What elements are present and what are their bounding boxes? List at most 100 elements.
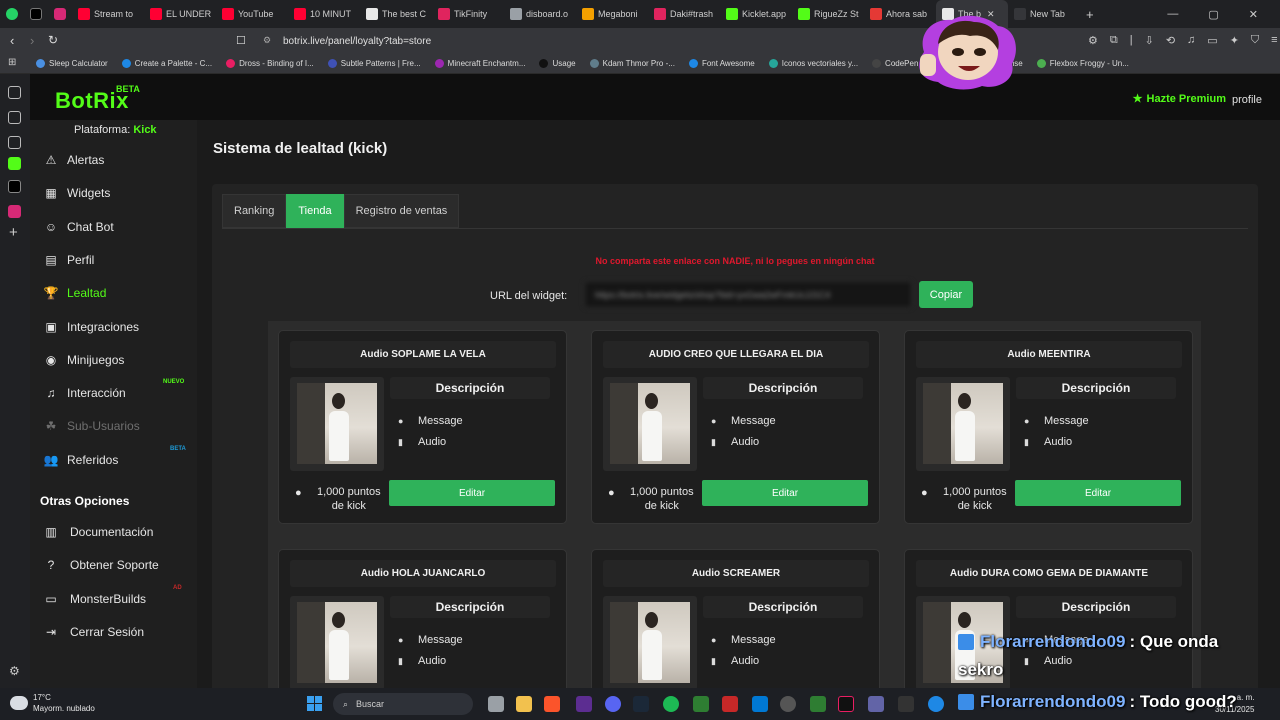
minecraft-icon[interactable] [693, 696, 709, 712]
edit-button[interactable]: Editar [702, 480, 868, 506]
sidebar-tabs-icon[interactable] [8, 111, 21, 124]
discord-icon[interactable] [605, 696, 621, 712]
edit-button[interactable]: Editar [389, 480, 555, 506]
steam-icon[interactable] [633, 696, 649, 712]
instagram-sidebar-icon[interactable] [8, 205, 21, 218]
sidebar-item-cerrar-sesi-n[interactable]: ⇥ Cerrar Sesión [44, 623, 144, 641]
kick-sidebar-icon[interactable] [8, 157, 21, 170]
bookmark-item[interactable]: Subtle Patterns | Fre... [327, 59, 421, 68]
apps-grid-icon[interactable]: ⊞ [8, 57, 16, 68]
browser-tab[interactable]: YouTube [216, 0, 288, 28]
edit-button[interactable]: Editar [1015, 480, 1181, 506]
tab-label: Megaboni [598, 9, 638, 19]
file-explorer-icon[interactable] [516, 696, 532, 712]
copy-button[interactable]: Copiar [919, 281, 973, 308]
vpn-icon[interactable]: ⛉ [1251, 34, 1259, 47]
settings-icon[interactable]: ⚙ [9, 664, 20, 678]
app-icon-2[interactable] [722, 696, 738, 712]
sidebar-item-label: Referidos [67, 452, 119, 467]
windows-start-button[interactable] [307, 696, 323, 712]
browser-tab[interactable]: Megaboni [576, 0, 648, 28]
tiktok-icon[interactable] [838, 696, 854, 712]
x-pinned-tab[interactable] [24, 0, 48, 28]
browser-tab[interactable]: Stream to [72, 0, 144, 28]
whatsapp-pinned-tab[interactable] [0, 0, 24, 28]
sidebar-item-alertas[interactable]: ⚠ Alertas [44, 151, 105, 169]
new-tab-icon[interactable]: + [1080, 0, 1104, 28]
instagram-pinned-tab[interactable] [48, 0, 72, 28]
browser-tab[interactable]: RigueZz St [792, 0, 864, 28]
bookmark-item[interactable]: Iconos vectoriales y... [768, 59, 858, 68]
tab-tienda[interactable]: Tienda [286, 194, 344, 228]
reload-icon[interactable]: ↻ [48, 33, 58, 47]
sidebar-item-obtener-soporte[interactable]: ? Obtener Soporte [44, 556, 159, 574]
sidebar-item-integraciones[interactable]: ▣ Integraciones [44, 318, 139, 336]
bookmark-page-icon[interactable]: ☐ [236, 34, 246, 47]
browser-tab[interactable]: The best C [360, 0, 432, 28]
tab-registro-ventas[interactable]: Registro de ventas [343, 194, 460, 228]
bookmark-item[interactable]: Usage [539, 59, 576, 68]
sidebar-item-sub-usuarios[interactable]: ☘ Sub-Usuarios [44, 417, 140, 435]
site-info-icon[interactable]: ⚙ [263, 35, 271, 46]
bookmark-item[interactable]: Dross - Binding of I... [226, 59, 314, 68]
vscode-icon[interactable] [752, 696, 768, 712]
brave-icon[interactable] [544, 696, 560, 712]
sidebar-item-chat-bot[interactable]: ☺ Chat Bot [44, 218, 114, 236]
sidebar-item-label: MonsterBuilds [70, 591, 147, 606]
sidebar-item-monsterbuilds[interactable]: ▭ MonsterBuilds [44, 590, 146, 608]
browser-tab[interactable]: TikFinity [432, 0, 504, 28]
menu-icon[interactable]: ≡ [1271, 34, 1277, 47]
sidebar-item-documentaci-n[interactable]: ▥ Documentación [44, 523, 153, 541]
bookmark-item[interactable]: Font Awesome [688, 59, 755, 68]
bookmark-item[interactable]: Flexbox Froggy - Un... [1036, 59, 1129, 68]
browser-tab[interactable]: Daki#trash [648, 0, 720, 28]
browser-tab[interactable]: EL UNDER [144, 0, 216, 28]
task-view-icon[interactable] [488, 696, 504, 712]
extensions-icon[interactable]: ⚙ [1088, 34, 1098, 47]
tab-divider [222, 228, 1248, 229]
sidebar-item-widgets[interactable]: ▦ Widgets [44, 184, 110, 202]
minimize-window-icon[interactable]: — [1167, 8, 1178, 21]
teams-icon[interactable] [868, 696, 884, 712]
app-icon-3[interactable] [928, 696, 944, 712]
app-icon-1[interactable] [576, 696, 592, 712]
spotify-icon[interactable] [663, 696, 679, 712]
bookmark-item[interactable]: Kdam Thmor Pro -... [589, 59, 675, 68]
ai-icon[interactable]: ✦ [1230, 34, 1239, 47]
widget-url-field[interactable]: https://botrix.live/widgets/shop?bid=yxG… [584, 281, 912, 308]
maximize-window-icon[interactable]: ▢ [1208, 8, 1218, 21]
wallet-icon[interactable]: ▭ [1207, 34, 1217, 47]
weather-widget[interactable]: 17°C Mayorm. nublado [10, 692, 95, 714]
browser-tab[interactable]: 10 MINUT [288, 0, 360, 28]
music-icon[interactable]: ♫ [1187, 34, 1195, 47]
forward-icon[interactable]: › [30, 33, 34, 48]
sidebar-item-interacci-n[interactable]: ♫ Interacción [44, 384, 126, 402]
sidebar-item-lealtad[interactable]: 🏆 Lealtad [44, 284, 107, 302]
epic-games-icon[interactable] [898, 696, 914, 712]
download-icon[interactable]: ⇩ [1145, 34, 1154, 47]
add-sidebar-icon[interactable]: + [9, 224, 18, 241]
sidebar-panel-icon[interactable] [8, 86, 21, 99]
sidebar-item-perfil[interactable]: ▤ Perfil [44, 251, 94, 269]
price-currency: de kick [644, 500, 679, 512]
bookmark-item[interactable]: Sleep Calculator [36, 59, 108, 68]
headset-icon[interactable] [810, 696, 826, 712]
close-window-icon[interactable]: ✕ [1249, 8, 1258, 21]
bookmark-item[interactable]: Create a Palette - C... [121, 59, 212, 68]
github-icon[interactable] [780, 696, 796, 712]
sidebar-item-referidos[interactable]: 👥 Referidos [44, 451, 119, 469]
browser-tab[interactable]: Kicklet.app [720, 0, 792, 28]
browser-tab[interactable]: disboard.o [504, 0, 576, 28]
tab-ranking[interactable]: Ranking [222, 194, 287, 228]
sidebar-reader-icon[interactable] [8, 136, 21, 149]
profile-link[interactable]: profile [1232, 94, 1262, 106]
screenshot-icon[interactable]: ⧉ [1110, 34, 1118, 47]
premium-link[interactable]: ★ Hazte Premium [1133, 92, 1226, 106]
item-price: ● 1,000 puntos de kick [295, 485, 381, 513]
sidebar-item-minijuegos[interactable]: ◉ Minijuegos [44, 351, 125, 369]
bookmark-item[interactable]: Minecraft Enchantm... [434, 59, 525, 68]
back-icon[interactable]: ‹ [10, 33, 14, 48]
taskbar-search[interactable]: ⌕ Buscar [333, 693, 473, 715]
history-icon[interactable]: ⟲ [1166, 34, 1175, 47]
x-sidebar-icon[interactable] [8, 180, 21, 193]
